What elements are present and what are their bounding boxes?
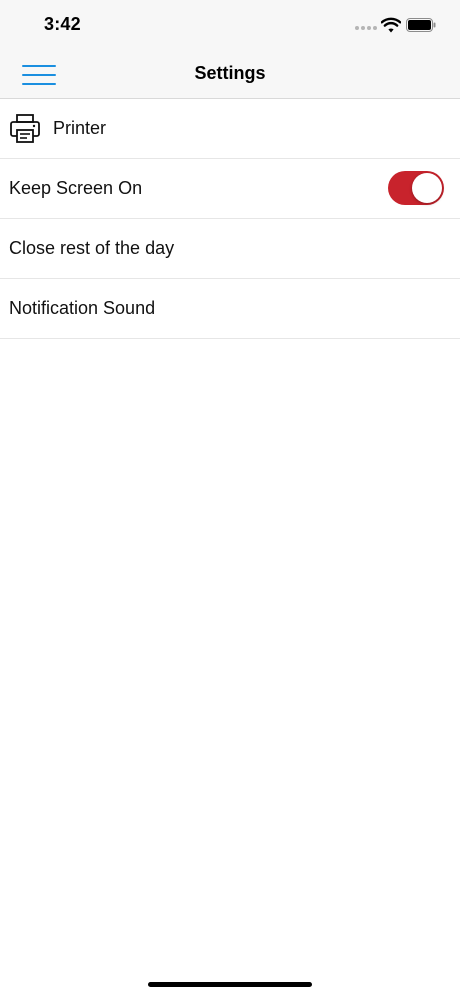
nav-bar: Settings — [0, 50, 460, 98]
battery-icon — [406, 18, 436, 32]
settings-item-label: Keep Screen On — [9, 178, 143, 198]
top-bar-area: 3:42 Settings — [0, 0, 460, 99]
page-title: Settings — [194, 63, 266, 83]
settings-item-close-rest-of-day[interactable]: Close rest of the day — [0, 219, 460, 279]
settings-list: Printer Keep Screen On Close rest of the… — [0, 99, 460, 339]
keep-screen-on-toggle[interactable] — [388, 171, 444, 205]
settings-item-label: Close rest of the day — [9, 238, 175, 258]
toggle-knob — [412, 173, 442, 203]
signal-dots-icon — [355, 26, 377, 32]
status-time: 3:42 — [44, 14, 81, 34]
settings-item-notification-sound[interactable]: Notification Sound — [0, 279, 460, 339]
settings-item-label: Printer — [53, 118, 107, 138]
printer-icon — [10, 114, 40, 143]
status-bar: 3:42 — [0, 0, 460, 50]
settings-item-keep-screen-on: Keep Screen On — [0, 159, 460, 219]
settings-item-label: Notification Sound — [9, 298, 156, 318]
settings-item-printer[interactable]: Printer — [0, 99, 460, 159]
home-indicator[interactable] — [148, 982, 312, 987]
wifi-icon — [381, 17, 401, 33]
